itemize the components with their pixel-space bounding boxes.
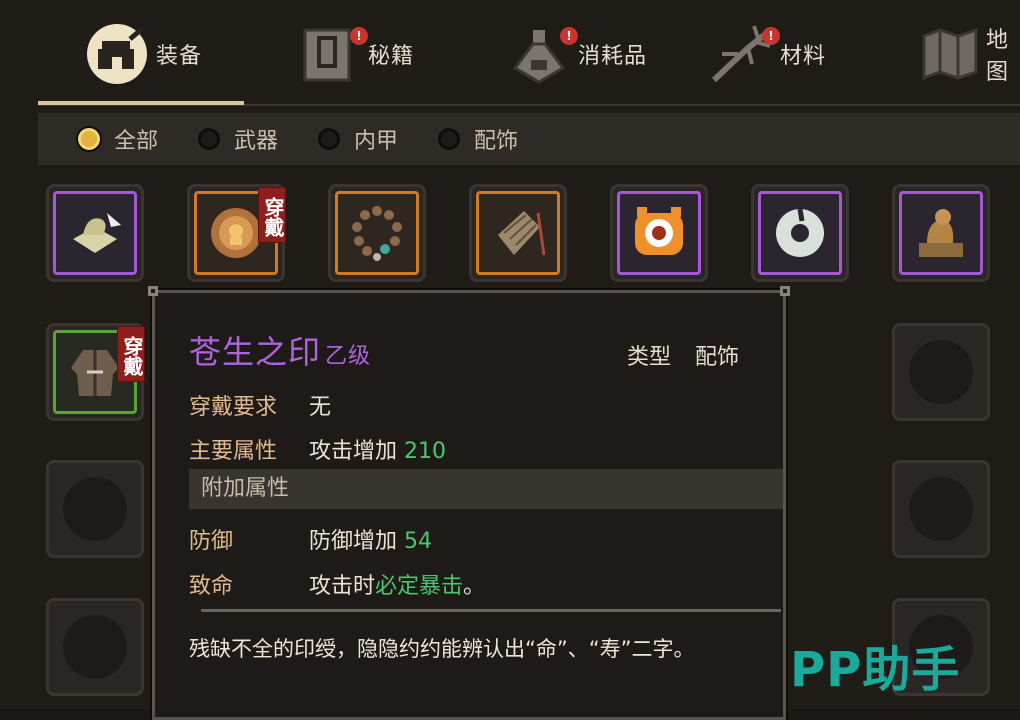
filter-bar: 全部 武器 内甲 配饰: [38, 113, 1020, 165]
filter-weapon[interactable]: 武器: [198, 123, 278, 155]
defense-label: 防御: [189, 529, 234, 554]
item-slot-eye-charm[interactable]: [610, 184, 708, 282]
bamboo-scroll-icon: [498, 211, 546, 256]
item-slot-seal[interactable]: [46, 184, 144, 282]
fatal-suffix: 。: [463, 574, 486, 599]
tab-equipment[interactable]: 装备: [84, 14, 202, 94]
fatal-prefix: 攻击时: [309, 574, 376, 599]
radio-selected-icon: [78, 128, 100, 150]
item-name-text: 苍生之印: [189, 333, 322, 371]
equipment-icon: [84, 21, 150, 87]
filter-weapon-label: 武器: [234, 129, 279, 154]
filter-armor[interactable]: 内甲: [318, 123, 398, 155]
item-tooltip: 苍生之印 乙级 类型 配饰 穿戴要求无 主要属性 攻击增加 210 附加属性 防御防…: [148, 286, 790, 720]
tab-manuals-label: 秘籍: [368, 44, 415, 69]
tab-equipment-label: 装备: [156, 44, 203, 69]
item-type-value: 配饰: [695, 345, 740, 370]
potion-icon: !: [506, 21, 578, 87]
materials-alert-badge: !: [762, 27, 780, 45]
filter-accessory-label: 配饰: [474, 129, 519, 154]
main-attribute-text: 攻击增加: [309, 439, 398, 464]
item-slot-jade-ring[interactable]: [751, 184, 849, 282]
filter-armor-label: 内甲: [354, 129, 399, 154]
consumables-alert-badge: !: [560, 27, 578, 45]
seal-icon: [73, 213, 121, 253]
tab-materials-label: 材料: [780, 44, 827, 69]
item-slot-empty[interactable]: [892, 460, 990, 558]
radio-icon: [438, 128, 461, 150]
tooltip-corner: [780, 286, 790, 296]
radio-icon: [318, 128, 341, 150]
filter-all-label: 全部: [114, 129, 159, 154]
category-tabs: 装备 ! 秘籍 ! 消耗品 ! 材料 地图: [0, 0, 1020, 106]
item-slot-statue[interactable]: [892, 184, 990, 282]
tab-consumables-label: 消耗品: [578, 44, 648, 69]
defense-text: 防御增加: [309, 529, 398, 554]
item-slot-empty[interactable]: [46, 598, 144, 696]
tab-consumables[interactable]: ! 消耗品: [506, 14, 647, 94]
manuals-alert-badge: !: [350, 27, 368, 45]
prayer-beads-icon: [352, 206, 402, 261]
eye-charm-icon: [635, 207, 683, 255]
tooltip-corner: [148, 286, 158, 296]
medallion-icon: [211, 208, 261, 258]
item-name: 苍生之印 乙级: [189, 327, 371, 373]
main-attribute-value: 210: [404, 439, 447, 464]
item-type-label: 类型: [627, 345, 672, 370]
active-tab-indicator: [38, 101, 244, 105]
item-slot-prayer-beads[interactable]: [328, 184, 426, 282]
main-attribute-label: 主要属性: [189, 439, 278, 464]
worn-badge: 穿戴: [117, 326, 145, 382]
item-description: 残缺不全的印绶，隐隐约约能辨认出“命”、“寿”二字。: [189, 637, 695, 661]
watermark-logo: PP助手: [790, 642, 961, 698]
item-slot-medallion[interactable]: 穿戴: [187, 184, 286, 282]
radio-icon: [198, 128, 221, 150]
requirement-value: 无: [309, 395, 332, 420]
tab-materials[interactable]: ! 材料: [708, 14, 826, 94]
herb-icon: !: [708, 21, 780, 87]
requirement-label: 穿戴要求: [189, 395, 278, 420]
defense-row: 防御 防御增加 54: [189, 523, 432, 555]
item-slot-empty[interactable]: [46, 460, 144, 558]
tooltip-divider: [201, 609, 781, 612]
item-grade: 乙级: [325, 344, 372, 369]
item-slot-empty[interactable]: [892, 323, 990, 421]
fatal-label: 致命: [189, 574, 234, 599]
book-icon: !: [296, 21, 368, 87]
extra-attributes-header: 附加属性: [189, 469, 783, 509]
statue-icon: [919, 209, 963, 257]
item-slot-bamboo-scroll[interactable]: [469, 184, 567, 282]
fatal-row: 致命 攻击时必定暴击。: [189, 568, 485, 600]
defense-value: 54: [404, 529, 433, 554]
filter-accessory[interactable]: 配饰: [438, 123, 518, 155]
map-icon: [920, 21, 980, 87]
main-attribute-row: 主要属性 攻击增加 210: [189, 433, 446, 465]
requirement-row: 穿戴要求 无: [189, 389, 331, 421]
tab-map[interactable]: 地图: [920, 14, 1020, 94]
tab-manuals[interactable]: ! 秘籍: [296, 14, 414, 94]
fatal-effect: 必定暴击: [375, 574, 464, 599]
tab-map-label: 地图: [986, 28, 1010, 85]
jade-ring-icon: [776, 208, 824, 257]
robe-icon: [71, 350, 119, 396]
filter-all[interactable]: 全部: [78, 123, 158, 155]
item-slot-robe[interactable]: 穿戴: [46, 323, 145, 421]
worn-badge: 穿戴: [258, 187, 286, 243]
